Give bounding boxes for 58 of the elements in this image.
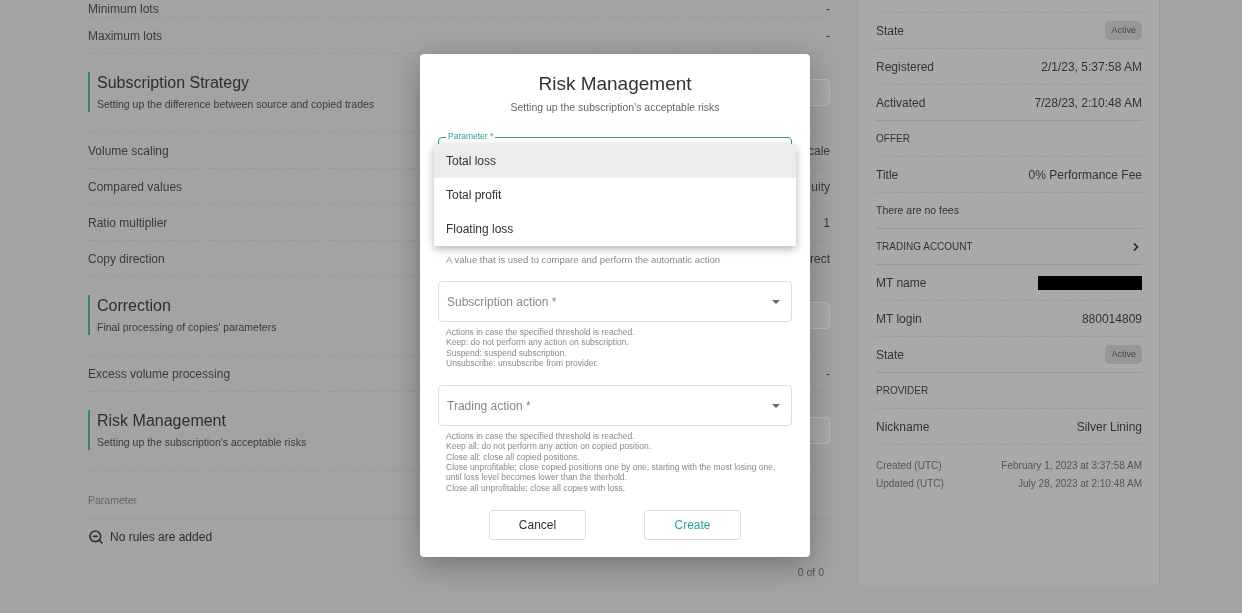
helper-text: Close all unprofitable: close all copies with loss.	[445, 482, 627, 493]
section-title: Correction	[97, 296, 172, 316]
row-label: Maximum lots	[88, 27, 162, 45]
row-label: Excess volume processing	[88, 365, 231, 383]
section-title: Risk Management	[97, 411, 227, 431]
detail-label: MT name	[876, 274, 927, 292]
detail-value: Silver Lining	[1076, 418, 1142, 436]
empty-message: No rules are added	[110, 529, 213, 546]
dialog-subtitle: Setting up the subscription's acceptable risks	[510, 101, 720, 114]
row-label: Compared values	[88, 178, 183, 196]
helper-text: Close all: close all copied positions.	[445, 451, 581, 463]
section-subtitle: Final processing of copies' parameters	[97, 321, 277, 334]
detail-label: State	[876, 346, 905, 364]
helper-text: Keep: do not perform any action on subscription.	[445, 337, 630, 348]
section-title: Subscription Strategy	[97, 73, 251, 93]
note-text: There are no fees	[876, 202, 959, 218]
status-badge: Active	[1105, 20, 1142, 41]
group-heading: PROVIDER	[876, 384, 929, 398]
timestamp-value: July 28, 2023 at 2:10:48 AM	[1018, 477, 1142, 491]
detail-label: Registered	[876, 58, 935, 76]
column-header: Parameter	[88, 492, 138, 508]
section-subtitle: Setting up the subscription's acceptable risks	[97, 436, 307, 449]
row-label: Volume scaling	[88, 142, 169, 160]
detail-label: MT login	[876, 310, 922, 328]
helper-text: Keep all: do not perform any action on copied position.	[445, 441, 653, 452]
helper-text: Actions in case the specified threshold is reached.	[445, 327, 636, 338]
helper-text: A value that is used to compare and perform the automatic action	[445, 254, 722, 266]
detail-value: 880014809	[1081, 310, 1142, 328]
helper-text: Close unprofitable: close copied positions one by one, starting with the most losing one, until loss level becomes lower than the therhold.	[445, 462, 777, 483]
timestamp-label: Created (UTC)	[876, 459, 942, 473]
detail-value: 7/28/23, 2:10:48 AM	[1034, 94, 1142, 112]
dialog-title: Risk Management	[538, 72, 692, 96]
row-value: 1	[823, 214, 830, 232]
timestamp-label: Updated (UTC)	[876, 477, 944, 491]
helper-text: Unsubscribe: unsubscribe from provider.	[445, 357, 600, 369]
section-subtitle: Setting up the difference between source and copied trades	[97, 98, 375, 111]
field-label: Parameter *	[446, 131, 496, 142]
row-value: uity	[811, 178, 830, 196]
helper-text: Suspend: suspend subscription.	[445, 347, 568, 358]
row-label: Ratio multiplier	[88, 214, 168, 232]
pagination-text: 0 of 0	[797, 565, 824, 580]
row-value: rect	[810, 250, 830, 268]
detail-label: Title	[876, 166, 899, 184]
row-value: -	[826, 0, 830, 18]
helper-text: Actions in case the specified threshold is reached.	[445, 431, 636, 442]
detail-label: State	[876, 22, 905, 40]
group-heading: OFFER	[876, 132, 910, 146]
detail-label: Activated	[876, 94, 926, 112]
detail-label: Nickname	[876, 418, 930, 436]
detail-value: 0% Performance Fee	[1028, 166, 1142, 184]
status-badge: Active	[1105, 344, 1142, 365]
row-label: Copy direction	[88, 250, 165, 268]
group-heading: TRADING ACCOUNT	[876, 240, 973, 254]
timestamp-value: February 1, 2023 at 3:37:58 AM	[1001, 459, 1142, 473]
row-value: -	[826, 27, 830, 45]
row-label: Minimum lots	[88, 0, 159, 18]
row-value: -	[826, 365, 830, 383]
detail-value: 2/1/23, 5:37:58 AM	[1041, 58, 1142, 76]
